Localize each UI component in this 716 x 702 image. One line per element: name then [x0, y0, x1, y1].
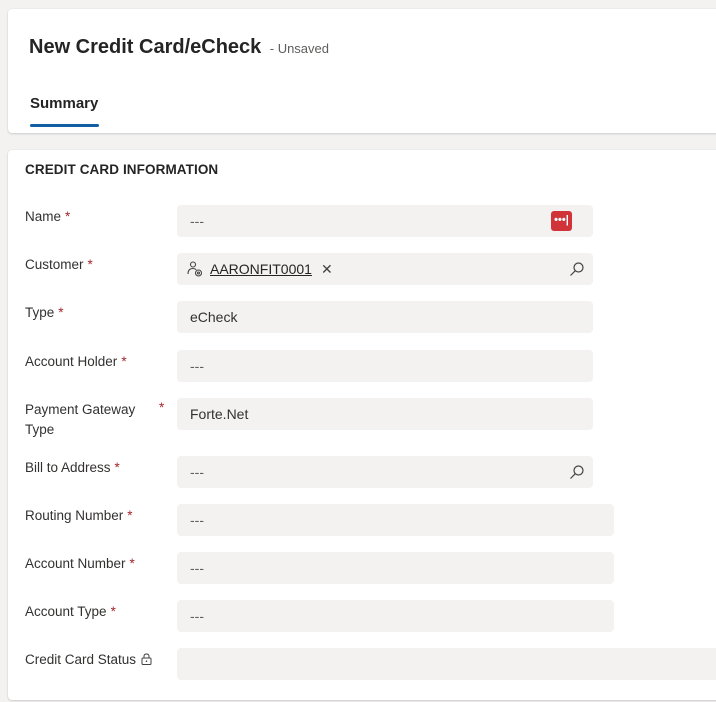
required-marker: * [58, 305, 64, 320]
type-label: Type * [25, 303, 64, 323]
account-holder-label: Account Holder * [25, 352, 127, 372]
required-marker: * [114, 460, 120, 475]
required-marker: * [110, 604, 116, 619]
account-number-field[interactable]: --- [177, 552, 614, 584]
credit-card-status-field [177, 648, 716, 680]
payment-gateway-type-field[interactable]: Forte.Net [177, 398, 593, 430]
routing-number-field[interactable]: --- [177, 504, 614, 536]
account-number-label-text: Account Number [25, 556, 126, 571]
search-icon[interactable] [569, 464, 585, 480]
required-marker: * [65, 209, 71, 224]
bill-to-address-field[interactable]: --- [177, 456, 593, 488]
account-number-value: --- [190, 560, 204, 576]
name-label: Name * [25, 207, 70, 227]
bill-to-address-label: Bill to Address * [25, 458, 120, 478]
customer-lookup-field[interactable]: AARONFIT0001 ✕ [177, 253, 593, 285]
title-row: New Credit Card/eCheck - Unsaved [29, 36, 329, 59]
password-manager-icon[interactable]: •••| [551, 211, 572, 231]
routing-number-label: Routing Number * [25, 506, 133, 526]
required-marker: * [159, 400, 165, 415]
required-marker: * [87, 257, 93, 272]
type-label-text: Type [25, 305, 55, 320]
name-field[interactable]: --- •••| [177, 205, 593, 237]
customer-label: Customer * [25, 255, 93, 275]
account-holder-label-text: Account Holder [25, 354, 118, 369]
required-marker: * [129, 556, 135, 571]
customer-label-text: Customer [25, 257, 84, 272]
account-type-label: Account Type * [25, 602, 116, 622]
customer-tag: AARONFIT0001 ✕ [186, 253, 333, 285]
bill-to-address-value: --- [190, 464, 204, 480]
routing-number-value: --- [190, 512, 204, 528]
save-status: - Unsaved [269, 41, 329, 56]
account-type-label-text: Account Type [25, 604, 107, 619]
type-value: eCheck [190, 309, 238, 325]
type-field[interactable]: eCheck [177, 301, 593, 333]
payment-gateway-type-value: Forte.Net [190, 406, 249, 422]
credit-card-status-label-text: Credit Card Status [25, 652, 137, 667]
account-type-value: --- [190, 608, 204, 624]
credit-card-status-label: Credit Card Status [25, 650, 152, 670]
form-header: New Credit Card/eCheck - Unsaved Summary [8, 9, 716, 133]
record-lookup-icon [187, 261, 203, 277]
search-icon[interactable] [569, 261, 585, 277]
bill-to-address-label-text: Bill to Address [25, 460, 111, 475]
section-title: CREDIT CARD INFORMATION [25, 162, 219, 177]
account-holder-value: --- [190, 358, 204, 374]
name-value: --- [190, 213, 204, 229]
required-marker: * [127, 508, 133, 523]
tab-active-indicator [30, 124, 99, 127]
credit-card-information-section: CREDIT CARD INFORMATION Name * --- •••| C… [8, 150, 716, 700]
account-holder-field[interactable]: --- [177, 350, 593, 382]
lock-icon [141, 653, 152, 665]
required-marker: * [121, 354, 127, 369]
account-type-field[interactable]: --- [177, 600, 614, 632]
account-number-label: Account Number * [25, 554, 135, 574]
tab-summary[interactable]: Summary [30, 95, 98, 112]
customer-link[interactable]: AARONFIT0001 [210, 253, 312, 285]
close-icon[interactable]: ✕ [321, 253, 333, 285]
routing-number-label-text: Routing Number [25, 508, 124, 523]
page-title: New Credit Card/eCheck [29, 36, 262, 58]
payment-gateway-type-label: Payment Gateway Type [25, 402, 136, 437]
name-label-text: Name [25, 209, 62, 224]
